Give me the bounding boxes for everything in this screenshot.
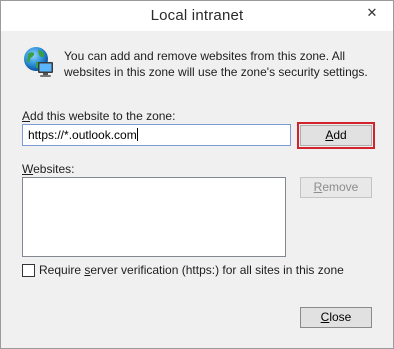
add-button[interactable]: Add — [297, 122, 375, 149]
add-website-label-accel: A — [22, 109, 31, 123]
websites-list[interactable] — [22, 177, 286, 257]
remove-button-accel: R — [313, 180, 323, 194]
websites-label-text: ebsites: — [33, 162, 75, 176]
add-button-text: dd — [333, 128, 347, 142]
verification-label-pre: Require — [39, 263, 85, 277]
window-title: Local intranet — [150, 7, 244, 24]
title-bar[interactable]: Local intranet ✕ — [1, 1, 393, 31]
add-website-label: Add this website to the zone: — [22, 109, 175, 123]
website-url-input[interactable]: https://*.outlook.com — [22, 124, 291, 146]
local-intranet-dialog: Local intranet ✕ You can add and remove … — [0, 0, 394, 349]
close-icon[interactable]: ✕ — [353, 2, 391, 24]
remove-button[interactable]: Remove — [300, 177, 372, 198]
website-url-value: https://*.outlook.com — [28, 128, 137, 142]
text-caret — [136, 128, 138, 141]
websites-label-accel: W — [22, 162, 34, 176]
zone-description: You can add and remove websites from thi… — [64, 49, 368, 79]
globe-with-computer-icon — [24, 47, 53, 77]
close-button-text: lose — [329, 310, 352, 324]
close-button[interactable]: Close — [300, 307, 372, 328]
add-website-label-text: dd this website to the zone: — [30, 109, 176, 123]
remove-button-text: emove — [322, 180, 359, 194]
require-server-verification-checkbox[interactable] — [22, 264, 35, 277]
require-server-verification-label[interactable]: Require server verification (https:) for… — [39, 263, 344, 277]
websites-label: Websites: — [22, 162, 74, 176]
verification-label-post: erver verification (https:) for all site… — [90, 263, 344, 277]
